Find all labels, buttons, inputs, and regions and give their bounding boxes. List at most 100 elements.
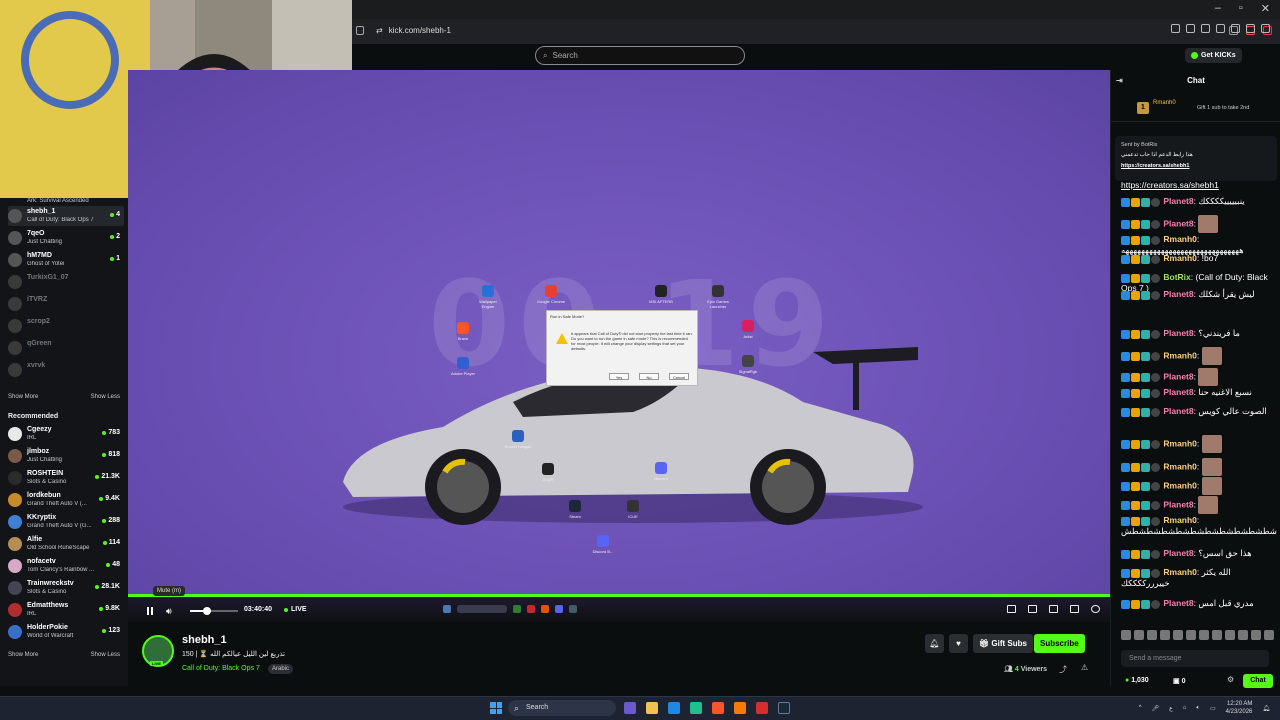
chat-username[interactable]: Planet8 bbox=[1163, 289, 1193, 299]
leaderboard-user[interactable]: Rmanh0 bbox=[1153, 100, 1176, 106]
desktop-app-icon[interactable]: Google Chrome bbox=[536, 285, 566, 304]
search-input[interactable]: ⌕ Search bbox=[535, 46, 745, 65]
chat-username[interactable]: Planet8 bbox=[1163, 598, 1193, 608]
sidebar-icon[interactable] bbox=[1201, 24, 1210, 33]
desktop-app-icon[interactable]: iCUE bbox=[618, 500, 648, 519]
emote-icon[interactable] bbox=[1121, 630, 1131, 640]
desktop-app-icon[interactable]: Rocket League bbox=[503, 430, 533, 449]
taskbar-search[interactable]: Search bbox=[508, 700, 616, 716]
sidebar-recommended-item[interactable]: nofacetv Tom Clancy's Rainbow ... 48 bbox=[8, 556, 124, 576]
chat-username[interactable]: Planet8 bbox=[1163, 371, 1193, 381]
music-icon[interactable] bbox=[1186, 24, 1195, 33]
emote-icon[interactable] bbox=[1199, 630, 1209, 640]
desktop-app-icon[interactable]: Epic Games Launcher bbox=[703, 285, 733, 309]
language-tag[interactable]: Arabic bbox=[268, 664, 294, 674]
speaker-icon[interactable]: 🔈︎ bbox=[1196, 705, 1200, 712]
desktop-app-icon[interactable]: Discord bbox=[646, 462, 676, 481]
windows-start-icon[interactable] bbox=[490, 702, 502, 714]
network-icon[interactable]: ⌂ bbox=[1183, 705, 1187, 711]
dialog-no-button[interactable]: No bbox=[639, 373, 659, 380]
sidebar-recommended-item[interactable]: ROSHTEIN Slots & Casino 21.3K bbox=[8, 468, 124, 488]
sidebar-channel-item[interactable]: iTVRZ bbox=[8, 294, 124, 314]
address-bar[interactable]: ⇄ kick.com/shebh-1 bbox=[376, 26, 1229, 35]
clip-icon[interactable] bbox=[1007, 605, 1016, 613]
chat-username[interactable]: Planet8 bbox=[1163, 387, 1193, 397]
widgets-icon[interactable] bbox=[624, 702, 636, 714]
stream-category[interactable]: Call of Duty: Black Ops 7 bbox=[182, 665, 260, 672]
gift-subs-button[interactable]: 🎁︎ Gift Subs bbox=[973, 634, 1033, 653]
sidebar-channel-item[interactable]: hM7MD Ghost of Yotei 1 bbox=[8, 250, 124, 270]
wallet-icon[interactable] bbox=[1246, 24, 1255, 33]
emote-icon[interactable] bbox=[1134, 630, 1144, 640]
share-icon[interactable]: ⤴ bbox=[1059, 664, 1067, 675]
emote-icon[interactable] bbox=[1186, 630, 1196, 640]
subs-balance[interactable]: ▣ 0 bbox=[1173, 677, 1185, 685]
sidebar-recommended-item[interactable]: Alfie Old School RuneScape 114 bbox=[8, 534, 124, 554]
app-icon[interactable] bbox=[734, 702, 746, 714]
volume-slider[interactable] bbox=[190, 607, 238, 615]
report-icon[interactable]: ⚠ bbox=[1081, 663, 1088, 672]
sidebar-recommended-item[interactable]: lordkebun Grand Theft Auto V (... 9.4K bbox=[8, 490, 124, 510]
chat-username[interactable]: Rmanh0 bbox=[1163, 567, 1197, 577]
sidebar-recommended-item[interactable]: Trainwreckstv Slots & Casino 28.1K bbox=[8, 578, 124, 598]
emote-icon[interactable] bbox=[1147, 630, 1157, 640]
volume-knob[interactable] bbox=[202, 607, 211, 615]
sidebar-recommended-item[interactable]: HolderPokie World of Warcraft 123 bbox=[8, 622, 124, 642]
chat-username[interactable]: Rmanh0 bbox=[1163, 234, 1197, 244]
screenshot-icon[interactable] bbox=[1171, 24, 1180, 33]
leaderboard-cta[interactable]: Gift 1 sub to take 2nd bbox=[1197, 105, 1249, 111]
chat-username[interactable]: Planet8 bbox=[1163, 548, 1193, 558]
sidebar-channel-item[interactable]: qGreen bbox=[8, 338, 124, 358]
stream-video-frame[interactable]: 00 19 Wallpaper Engine Google Chrome MSI A… bbox=[128, 70, 1110, 594]
close-icon[interactable]: ✕ bbox=[1261, 2, 1270, 15]
chat-username[interactable]: Planet8 bbox=[1163, 406, 1193, 416]
tray-arrow-icon[interactable]: ^ bbox=[1139, 705, 1142, 711]
desktop-app-icon[interactable]: Duty® bbox=[533, 463, 563, 482]
emote-icon[interactable] bbox=[1212, 630, 1222, 640]
brave-icon[interactable] bbox=[712, 702, 724, 714]
app-icon[interactable] bbox=[690, 702, 702, 714]
file-explorer-icon[interactable] bbox=[646, 702, 658, 714]
safe-mode-dialog[interactable]: Run in Safe Mode? It appears that Call o… bbox=[546, 310, 698, 386]
desktop-app-icon[interactable]: Adobe Player bbox=[448, 357, 478, 376]
app-icon[interactable] bbox=[756, 702, 768, 714]
language-icon[interactable]: ع bbox=[1169, 705, 1173, 712]
chat-username[interactable]: Planet8 bbox=[1163, 218, 1193, 228]
desktop-app-icon[interactable]: SignalRgb bbox=[733, 355, 763, 374]
get-kicks-button[interactable]: Get KICKs bbox=[1185, 48, 1242, 63]
chat-username[interactable]: Rmanh0 bbox=[1163, 515, 1197, 525]
emote-icon[interactable] bbox=[1173, 630, 1183, 640]
battery-icon[interactable]: ▭ bbox=[1210, 705, 1216, 712]
show-less-button[interactable]: Show Less bbox=[91, 394, 120, 400]
chat-input[interactable]: Send a message bbox=[1121, 650, 1269, 667]
show-more-button[interactable]: Show More bbox=[8, 652, 38, 658]
edge-icon[interactable] bbox=[668, 702, 680, 714]
chat-settings-icon[interactable]: ⚙ bbox=[1227, 675, 1234, 684]
desktop-app-icon[interactable]: MSI AFTERB bbox=[646, 285, 676, 304]
downloads-icon[interactable] bbox=[1231, 24, 1240, 33]
notification-bell-icon[interactable]: 🔔︎ bbox=[925, 634, 944, 653]
taskbar-clock[interactable]: 12:20 AM 4/23/2026 bbox=[1226, 700, 1253, 716]
sidebar-recommended-item[interactable]: Cgeezy IRL 783 bbox=[8, 424, 124, 444]
pinned-message[interactable]: Sent by BotRix هذا رابط الدعم اذا حاب تد… bbox=[1115, 136, 1277, 181]
fullscreen-icon[interactable] bbox=[1070, 605, 1079, 613]
chat-link-message[interactable]: https://creators.sa/shebh1 bbox=[1121, 180, 1277, 191]
show-less-button[interactable]: Show Less bbox=[91, 652, 120, 658]
pause-button[interactable] bbox=[146, 607, 154, 615]
chat-username[interactable]: Rmanh0 bbox=[1163, 461, 1197, 471]
sidebar-recommended-item[interactable]: Edmatthews IRL 9.8K bbox=[8, 600, 124, 620]
channel-name[interactable]: shebh_1 bbox=[182, 634, 227, 646]
video-player[interactable]: 00 19 Wallpaper Engine Google Chrome MSI A… bbox=[128, 70, 1110, 622]
collapse-chat-icon[interactable]: ⇥ bbox=[1116, 70, 1123, 92]
emote-icon[interactable] bbox=[1238, 630, 1248, 640]
bookmark-icon[interactable] bbox=[1216, 24, 1225, 33]
sidebar-recommended-item[interactable]: KKryptix Grand Theft Auto V (G... 288 bbox=[8, 512, 124, 532]
chat-username[interactable]: BotRix bbox=[1163, 272, 1190, 282]
notifications-icon[interactable]: 🔔︎ bbox=[1262, 705, 1270, 712]
follow-heart-icon[interactable]: ♥ bbox=[949, 634, 968, 653]
sidebar-toggle-icon[interactable] bbox=[356, 25, 364, 35]
maximize-icon[interactable]: ▫ bbox=[1239, 2, 1243, 15]
theater-mode-icon[interactable] bbox=[1049, 605, 1058, 613]
dialog-cancel-button[interactable]: Cancel bbox=[669, 373, 689, 380]
desktop-app-icon[interactable]: Discord B... bbox=[588, 535, 618, 554]
